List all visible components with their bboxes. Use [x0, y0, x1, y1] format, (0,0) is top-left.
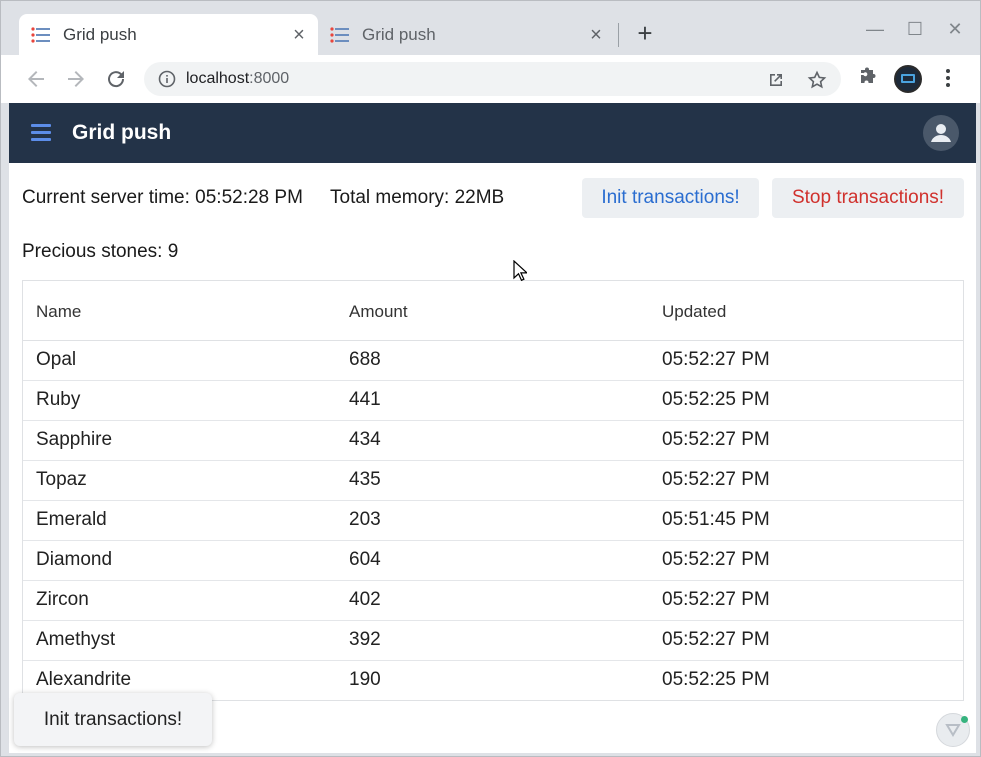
cell-amount: 402 [349, 589, 381, 610]
menu-icon[interactable] [31, 124, 51, 141]
precious-stones-count: Precious stones: 9 [22, 241, 179, 262]
user-avatar-icon[interactable] [923, 115, 959, 151]
table-row[interactable]: Opal 688 05:52:27 PM [23, 341, 963, 381]
favicon-icon [330, 26, 349, 43]
toast-notification: Init transactions! [14, 693, 212, 746]
back-icon[interactable] [24, 67, 48, 91]
column-header-updated[interactable]: Updated [662, 302, 726, 322]
table-row[interactable]: Zircon 402 05:52:27 PM [23, 581, 963, 621]
maximize-icon[interactable]: ☐ [903, 17, 927, 41]
cell-updated: 05:52:27 PM [662, 589, 770, 610]
close-icon[interactable]: × [585, 24, 607, 46]
more-vert-icon[interactable] [938, 67, 958, 89]
cell-updated: 05:52:27 PM [662, 429, 770, 450]
cell-name: Topaz [36, 469, 87, 490]
tab-grid-push-1[interactable]: Grid push × [19, 14, 318, 55]
cell-amount: 435 [349, 469, 381, 490]
browser-toolbar: localhost:8000 [1, 55, 980, 103]
favicon-icon [31, 26, 50, 43]
profile-avatar[interactable] [894, 65, 922, 93]
cell-name: Alexandrite [36, 669, 132, 690]
reload-icon[interactable] [104, 67, 128, 91]
table-row[interactable]: Topaz 435 05:52:27 PM [23, 461, 963, 501]
open-external-icon[interactable] [766, 70, 786, 90]
tab-grid-push-2[interactable]: Grid push × [318, 14, 615, 55]
cell-updated: 05:52:27 PM [662, 629, 770, 650]
devtools-icon[interactable] [936, 713, 970, 747]
memory-text: Total memory: 22MB [330, 187, 505, 208]
tab-separator [618, 23, 619, 47]
cursor-icon [513, 260, 527, 282]
new-tab-icon[interactable]: + [633, 20, 657, 46]
init-transactions-button[interactable]: Init transactions! [582, 178, 759, 218]
grid-body: Opal 688 05:52:27 PM Ruby 441 05:52:25 PM Sapp… [23, 341, 963, 700]
cell-name: Emerald [36, 509, 107, 530]
tab-strip: Grid push × Grid push × + — ☐ ✕ [1, 1, 980, 55]
cell-amount: 434 [349, 429, 381, 450]
stop-transactions-button[interactable]: Stop transactions! [772, 178, 964, 218]
info-icon[interactable] [158, 70, 176, 88]
cell-updated: 05:52:27 PM [662, 549, 770, 570]
cell-amount: 441 [349, 389, 381, 410]
tab-title: Grid push [362, 24, 436, 44]
address-bar[interactable]: localhost:8000 [144, 62, 841, 96]
close-icon[interactable]: × [288, 24, 310, 46]
cell-name: Ruby [36, 389, 81, 410]
stones-grid: Name Amount Updated Opal 688 05:52:27 PM Ru… [22, 280, 964, 701]
cell-amount: 392 [349, 629, 381, 650]
cell-amount: 604 [349, 549, 381, 570]
forward-icon[interactable] [64, 67, 88, 91]
app-title: Grid push [72, 121, 172, 144]
column-header-name[interactable]: Name [36, 302, 81, 322]
table-row[interactable]: Diamond 604 05:52:27 PM [23, 541, 963, 581]
cell-name: Amethyst [36, 629, 116, 650]
url-text[interactable]: localhost:8000 [186, 70, 289, 88]
minimize-icon[interactable]: — [863, 17, 887, 41]
browser-window: Grid push × Grid push × + — ☐ ✕ localhos… [0, 0, 981, 757]
cell-amount: 190 [349, 669, 381, 690]
cell-updated: 05:52:25 PM [662, 669, 770, 690]
cell-updated: 05:52:25 PM [662, 389, 770, 410]
cell-amount: 203 [349, 509, 381, 530]
page-viewport: Grid push Current server time: 05:52:28 … [9, 103, 976, 753]
extensions-icon[interactable] [858, 67, 878, 87]
cell-updated: 05:52:27 PM [662, 349, 770, 370]
table-row[interactable]: Emerald 203 05:51:45 PM [23, 501, 963, 541]
table-row[interactable]: Sapphire 434 05:52:27 PM [23, 421, 963, 461]
table-row[interactable]: Ruby 441 05:52:25 PM [23, 381, 963, 421]
window-close-icon[interactable]: ✕ [943, 17, 967, 41]
server-time-text: Current server time: 05:52:28 PM [22, 187, 303, 208]
cell-name: Sapphire [36, 429, 113, 450]
column-header-amount[interactable]: Amount [349, 302, 408, 322]
cell-name: Zircon [36, 589, 89, 610]
grid-header: Name Amount Updated [23, 281, 963, 341]
table-row[interactable]: Amethyst 392 05:52:27 PM [23, 621, 963, 661]
cell-updated: 05:52:27 PM [662, 469, 770, 490]
cell-amount: 688 [349, 349, 381, 370]
cell-name: Diamond [36, 549, 113, 570]
star-icon[interactable] [807, 70, 827, 90]
cell-name: Opal [36, 349, 77, 370]
tab-title: Grid push [63, 24, 137, 44]
cell-updated: 05:51:45 PM [662, 509, 770, 530]
app-header: Grid push [9, 103, 976, 163]
